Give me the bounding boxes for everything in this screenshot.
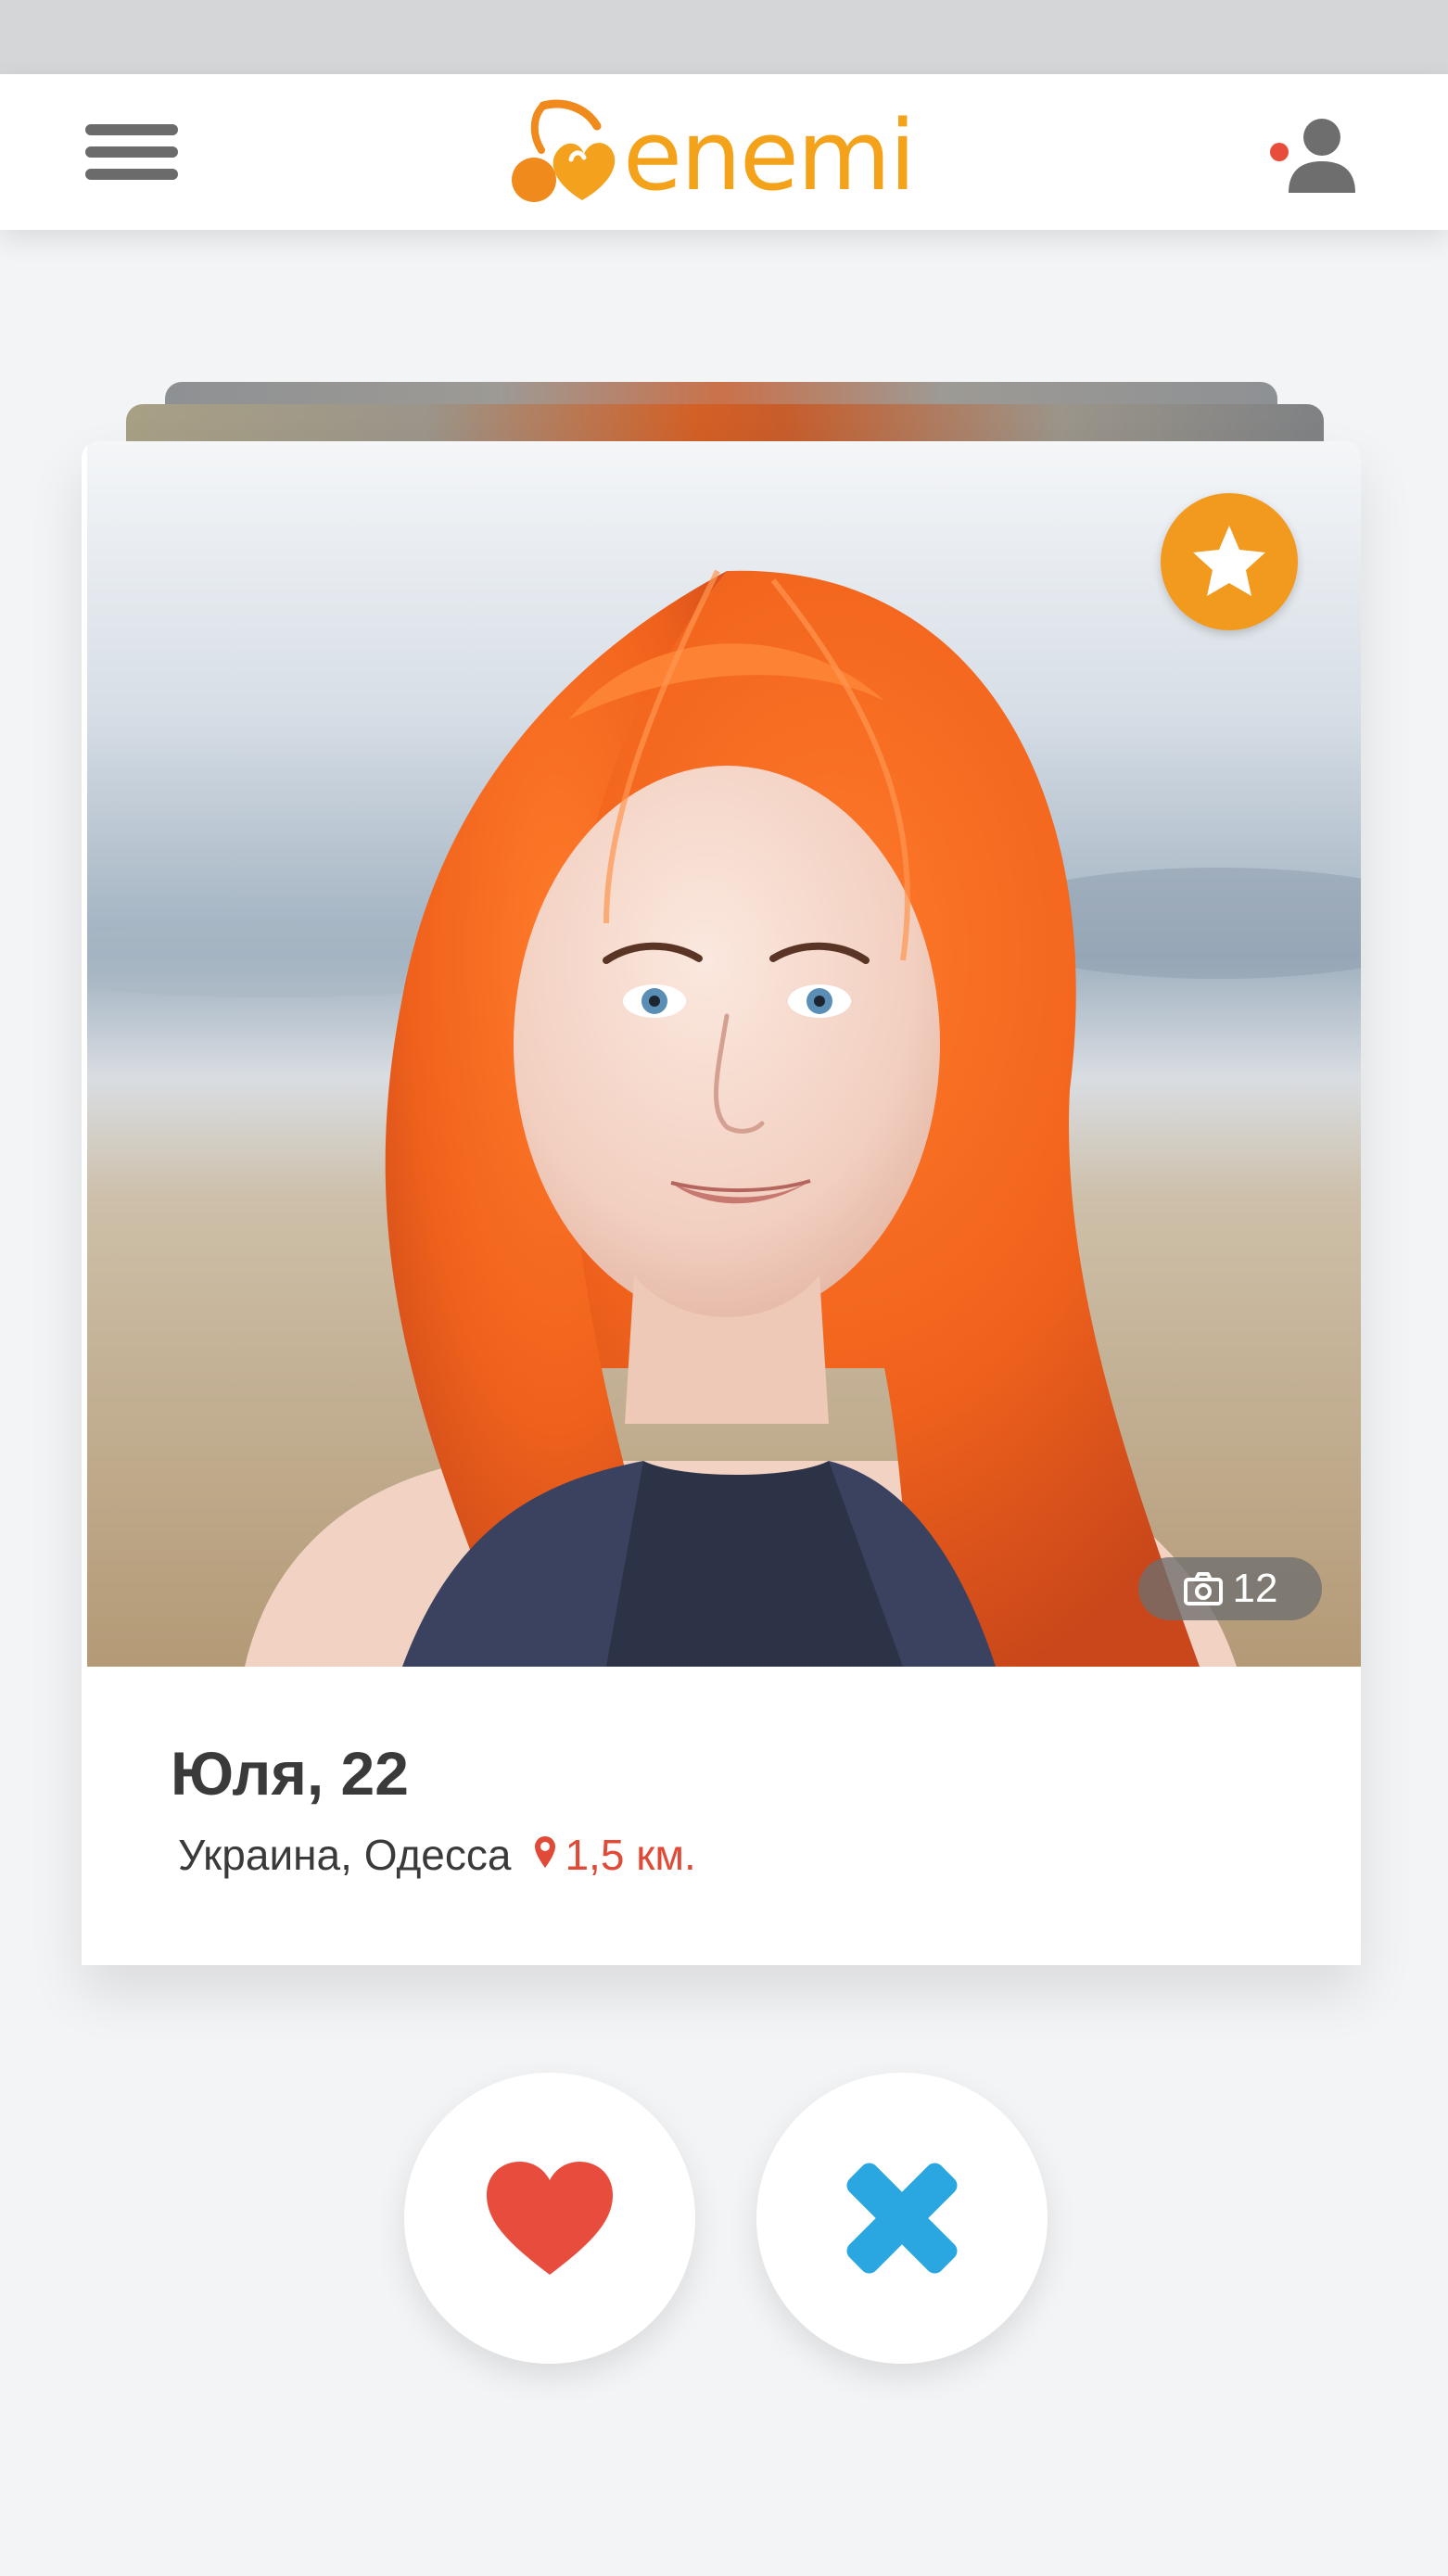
dislike-button[interactable] <box>756 2073 1048 2364</box>
camera-icon <box>1183 1572 1223 1605</box>
profile-info: Юля, 22 Украина, Одесса 1,5 км. <box>82 1667 1361 1965</box>
app-header: enemi <box>0 74 1448 230</box>
profile-distance: 1,5 км. <box>565 1831 696 1879</box>
location-pin-icon <box>533 1834 557 1876</box>
cherry-heart-logo-icon <box>512 99 616 202</box>
profile-location: Украина, Одесса <box>178 1831 512 1879</box>
user-profile-icon <box>1289 119 1355 193</box>
heart-icon <box>487 2162 613 2275</box>
favorite-button[interactable] <box>1161 493 1298 630</box>
app-logo[interactable]: enemi <box>506 98 933 208</box>
profile-name-age: Юля, 22 <box>171 1739 409 1808</box>
hamburger-line <box>85 146 178 158</box>
profile-photo-image <box>87 441 1361 1667</box>
profile-photo[interactable]: 12 <box>87 441 1361 1667</box>
star-icon <box>1193 526 1265 596</box>
photo-count: 12 <box>1232 1566 1278 1611</box>
status-bar <box>0 0 1448 74</box>
profile-button[interactable] <box>1261 115 1359 193</box>
menu-button[interactable] <box>85 121 182 187</box>
cross-icon <box>846 2163 958 2274</box>
logo-text: enemi <box>623 99 916 212</box>
like-button[interactable] <box>404 2073 695 2364</box>
photo-count-badge[interactable]: 12 <box>1138 1557 1322 1620</box>
location-row: Украина, Одесса 1,5 км. <box>178 1834 696 1876</box>
hamburger-menu-icon <box>85 124 178 135</box>
profile-card[interactable]: 12 Юля, 22 Украина, Одесса 1,5 км. <box>82 441 1361 1965</box>
hamburger-line <box>85 169 178 180</box>
